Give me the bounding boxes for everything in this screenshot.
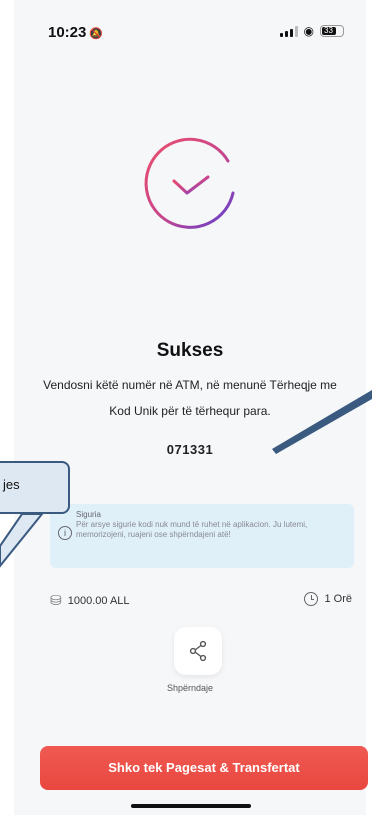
callout-text: jes xyxy=(3,477,20,492)
annotation-overlay xyxy=(0,390,372,568)
annotation-callout: jes xyxy=(0,461,70,514)
